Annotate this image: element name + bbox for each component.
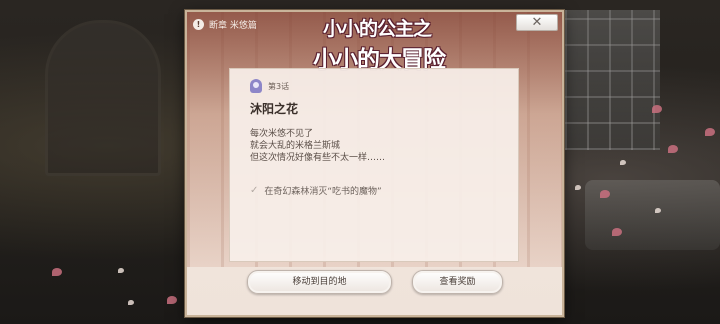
event-logo: 小小的公主之 小小的大冒险 <box>309 14 449 73</box>
task-item: ✓ 在奇幻森林消灭“吃书的魔物” <box>250 184 382 197</box>
arched-window <box>45 20 161 176</box>
description-line: 每次米悠不见了 <box>250 129 314 139</box>
rose-petal <box>705 128 715 136</box>
rose-petal <box>167 296 177 304</box>
close-button[interactable]: ✕ <box>516 14 558 31</box>
description-line: 就会大乱的米格兰斯城 <box>250 141 341 151</box>
rose-petal <box>620 160 626 165</box>
episode-number-row: 第3话 <box>250 79 289 93</box>
close-icon: ✕ <box>531 15 543 30</box>
episode-description: 每次米悠不见了 就会大乱的米格兰斯城 但这次情况好像有些不太一样…… <box>250 128 385 164</box>
episode-number: 第3话 <box>268 81 290 91</box>
event-logo-line1: 小小的公主之 <box>323 18 432 40</box>
view-rewards-button[interactable]: 查看奖励 <box>412 270 503 294</box>
rose-petal <box>600 190 610 198</box>
rose-petal <box>128 300 134 305</box>
rose-petal <box>575 185 581 190</box>
rose-petal <box>652 105 662 113</box>
episode-card: 第3话 沐阳之花 每次米悠不见了 就会大乱的米格兰斯城 但这次情况好像有些不太一… <box>229 68 519 262</box>
episode-badge-icon <box>250 79 262 93</box>
rose-petal <box>655 208 661 213</box>
rose-petal <box>612 228 622 236</box>
lattice-window <box>565 10 660 150</box>
move-to-destination-button[interactable]: 移动到目的地 <box>247 270 392 294</box>
chapter-tag-label: 断章 米悠篇 <box>209 21 257 31</box>
description-line: 但这次情况好像有些不太一样…… <box>250 153 386 163</box>
episode-dialog: ! 断章 米悠篇 小小的公主之 小小的大冒险 ✕ 第3话 沐阳之花 每次米悠不见… <box>185 10 564 317</box>
rose-petal <box>668 145 678 153</box>
chapter-tag: ! 断章 米悠篇 <box>193 18 257 31</box>
check-icon: ✓ <box>250 185 259 196</box>
info-icon: ! <box>193 19 204 30</box>
episode-title: 沐阳之花 <box>250 102 299 116</box>
task-label: 在奇幻森林消灭“吃书的魔物” <box>264 187 382 197</box>
rose-petal <box>118 268 124 273</box>
rose-petal <box>52 268 62 276</box>
